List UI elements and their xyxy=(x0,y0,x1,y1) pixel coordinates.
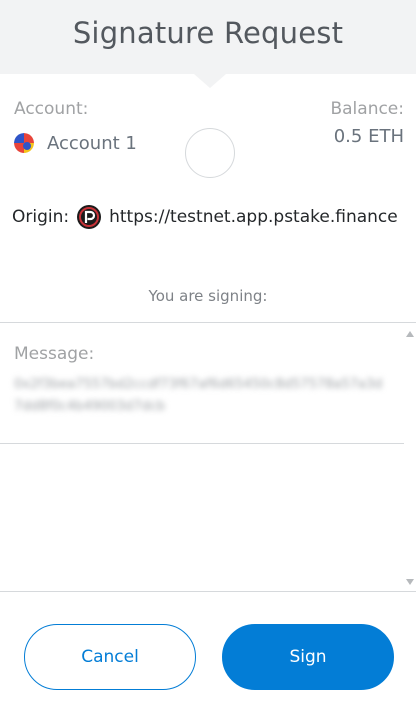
pstake-logo-icon xyxy=(77,205,102,229)
message-container[interactable]: Message: 0x2f3bea7557bd2ccdf73f67af6d654… xyxy=(0,322,416,592)
balance-label: Balance: xyxy=(330,99,404,119)
balance-value: 0.5 ETH xyxy=(333,126,404,147)
account-label: Account: xyxy=(14,99,89,119)
message-value: 0x2f3bea7557bd2ccdf73f67af6d65450c8d5757… xyxy=(14,377,383,414)
message-label: Message: xyxy=(14,344,95,364)
account-name: Account 1 xyxy=(47,132,137,154)
cancel-button[interactable]: Cancel xyxy=(24,624,196,690)
origin-label: Origin: xyxy=(12,207,70,227)
header: Signature Request xyxy=(0,0,416,74)
message-row: Message: 0x2f3bea7557bd2ccdf73f67af6d654… xyxy=(0,323,404,444)
header-notch xyxy=(194,74,226,88)
signing-label: You are signing: xyxy=(148,287,268,305)
site-icon-placeholder xyxy=(185,128,235,178)
origin-row: Origin: https://testnet.app.pstake.finan… xyxy=(12,203,408,231)
page-title: Signature Request xyxy=(72,16,344,50)
message-scrollbar[interactable] xyxy=(404,323,416,591)
signature-request-popup: Signature Request Account: Balance: Acco… xyxy=(0,0,416,715)
scroll-down-icon[interactable] xyxy=(406,579,414,585)
sign-button[interactable]: Sign xyxy=(222,624,394,690)
account-row: Account 1 xyxy=(14,130,137,156)
account-identicon-icon xyxy=(14,133,34,153)
origin-url: https://testnet.app.pstake.finance xyxy=(109,207,398,227)
scroll-up-icon[interactable] xyxy=(406,331,414,337)
